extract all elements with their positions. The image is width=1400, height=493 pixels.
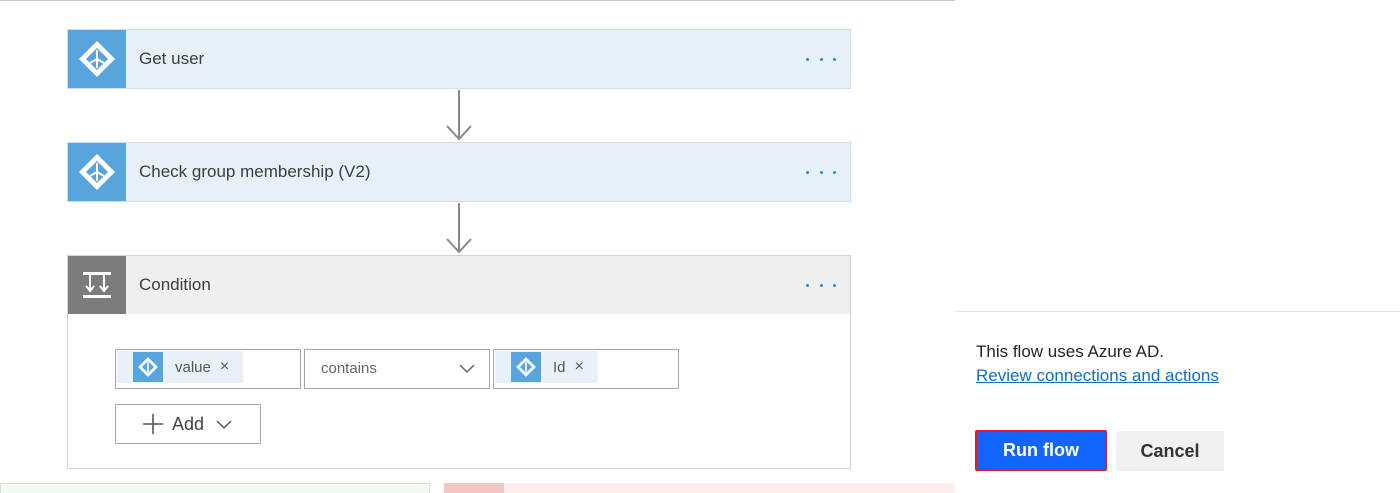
chevron-down-icon [459,364,475,374]
cancel-button[interactable]: Cancel [1116,431,1224,471]
dynamic-token-id[interactable]: Id × [495,351,598,383]
operator-selected: contains [321,360,377,377]
if-no-branch-icon [444,483,504,493]
plus-icon [143,414,163,434]
connection-info-text: This flow uses Azure AD. [976,342,1165,361]
azure-ad-icon [133,352,163,382]
if-no-branch [504,483,955,493]
condition-icon [68,256,126,314]
run-flow-panel: This flow uses Azure AD. Review connecti… [955,0,1400,493]
step-card-check-group-membership[interactable]: Check group membership (V2) [67,142,851,202]
arrow-down-icon [446,90,472,141]
remove-token-icon[interactable]: × [220,358,229,376]
condition-title: Condition [139,275,211,294]
dynamic-token-value[interactable]: value × [117,351,244,383]
azure-ad-icon [68,143,126,201]
operator-dropdown[interactable]: contains [304,349,490,389]
azure-ad-icon [68,30,126,88]
add-condition-button[interactable]: Add [115,404,261,444]
chevron-down-icon [216,420,232,430]
step-card-get-user[interactable]: Get user [67,29,851,89]
more-options-icon[interactable] [806,162,836,182]
step-header[interactable]: Check group membership (V2) [68,143,850,201]
panel-divider [955,311,1400,312]
remove-token-icon[interactable]: × [575,358,584,376]
condition-header[interactable]: Condition [68,256,850,314]
review-connections-link[interactable]: Review connections and actions [976,366,1219,386]
step-header[interactable]: Get user [68,30,850,88]
token-label: Id [553,358,566,376]
run-flow-button[interactable]: Run flow [975,430,1107,471]
if-yes-branch [0,483,430,493]
add-label: Add [172,413,205,434]
step-title: Get user [139,49,205,68]
condition-right-field[interactable]: Id × [493,349,679,389]
azure-ad-icon [511,352,541,382]
arrow-down-icon [446,203,472,254]
flow-canvas: Get user Check group membership (V2) Con… [0,0,955,493]
condition-card: Condition value × contains Id × Add [67,255,851,469]
token-label: value [175,358,211,376]
more-options-icon[interactable] [806,49,836,69]
condition-left-field[interactable]: value × [115,349,301,389]
more-options-icon[interactable] [806,275,836,295]
step-title: Check group membership (V2) [139,162,371,181]
